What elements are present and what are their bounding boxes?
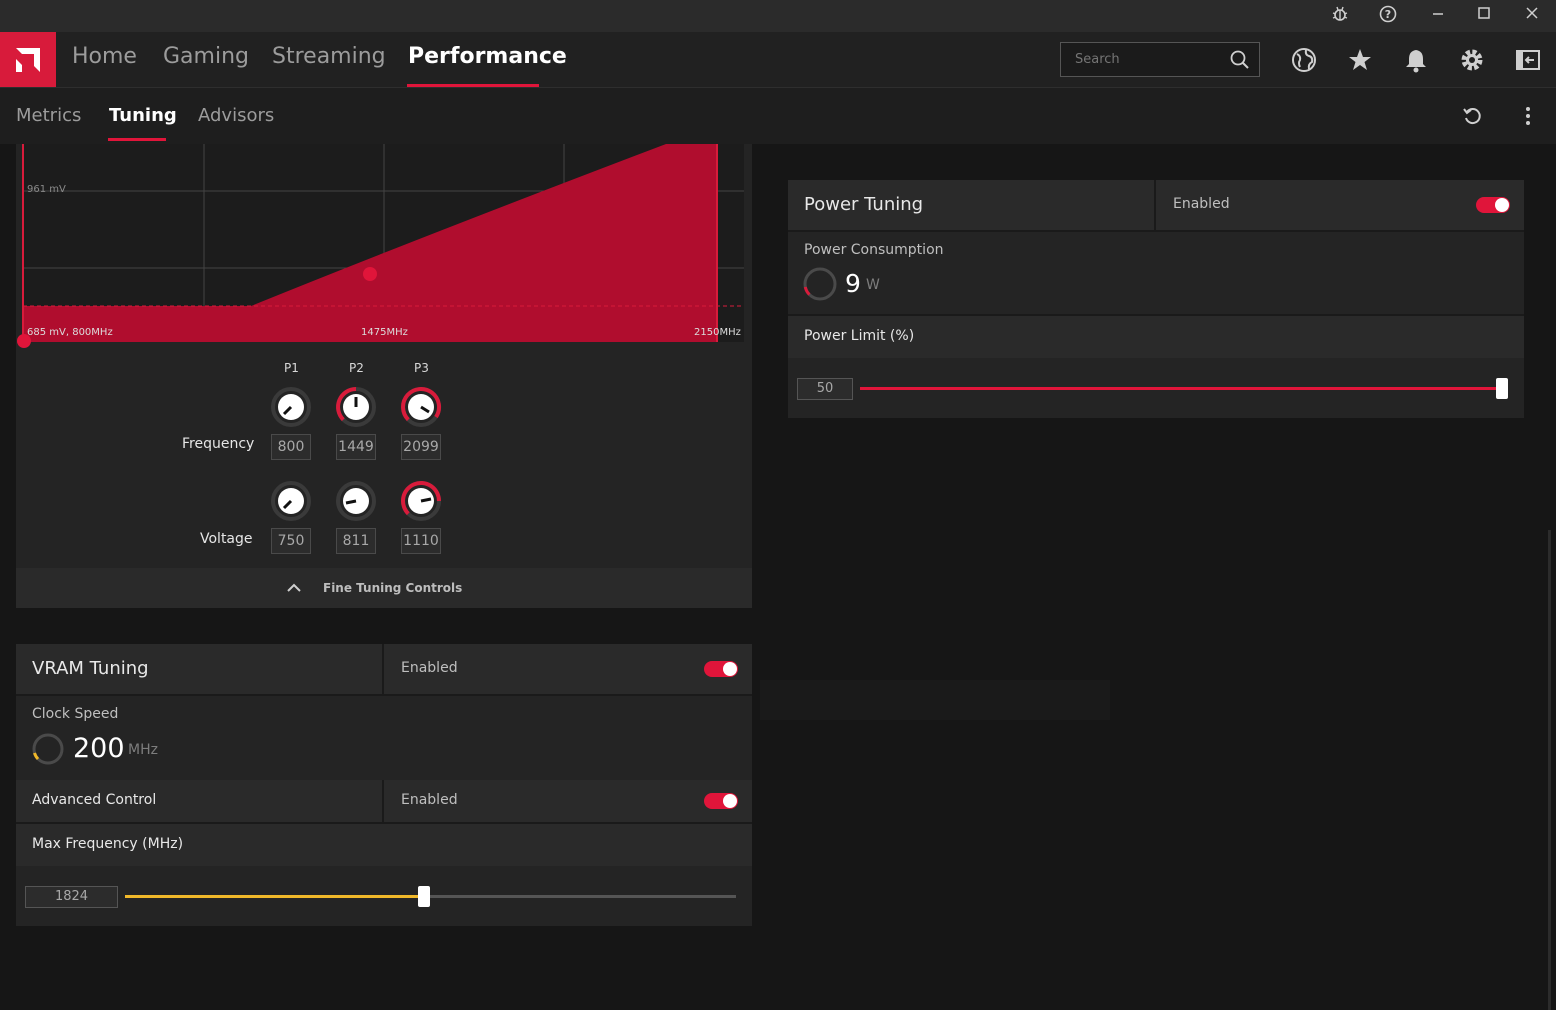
frequency-value-p2[interactable]: 1449 bbox=[336, 434, 376, 460]
frequency-knob-p3[interactable] bbox=[400, 386, 442, 428]
clock-speed-gauge-icon bbox=[32, 733, 64, 765]
curve-start-label: 685 mV, 800MHz bbox=[27, 327, 113, 338]
chevron-up-icon[interactable] bbox=[286, 580, 302, 599]
power-limit-value[interactable]: 50 bbox=[797, 378, 853, 400]
clock-speed-label: Clock Speed bbox=[32, 706, 119, 722]
scrollbar[interactable] bbox=[1548, 530, 1551, 1010]
frequency-knob-p1[interactable] bbox=[270, 386, 312, 428]
voltage-frequency-curve[interactable] bbox=[16, 144, 752, 354]
star-icon[interactable] bbox=[1346, 46, 1374, 74]
vram-tuning-toggle[interactable] bbox=[704, 661, 738, 677]
power-limit-slider-track[interactable] bbox=[860, 378, 1508, 399]
power-tuning-panel: Power Tuning Enabled Power Consumption 9… bbox=[788, 180, 1524, 418]
svg-text:?: ? bbox=[1385, 8, 1391, 21]
power-consumption-label: Power Consumption bbox=[804, 242, 944, 258]
advanced-control-toggle[interactable] bbox=[704, 793, 738, 809]
sub-navigation: Metrics Tuning Advisors bbox=[0, 88, 1556, 144]
tab-advisors[interactable]: Advisors bbox=[198, 105, 274, 126]
power-limit-slider-thumb[interactable] bbox=[1496, 378, 1508, 399]
tab-tuning[interactable]: Tuning bbox=[109, 105, 177, 126]
power-limit-slider-fill bbox=[860, 387, 1508, 390]
voltage-label: Voltage bbox=[200, 531, 253, 547]
power-tuning-status: Enabled bbox=[1173, 196, 1230, 212]
vram-header-divider bbox=[382, 644, 384, 694]
vram-tuning-title: VRAM Tuning bbox=[32, 658, 149, 679]
curve-voltage-label: 961 mV bbox=[27, 184, 66, 195]
active-tab-indicator bbox=[407, 84, 539, 87]
advanced-divider bbox=[382, 780, 384, 822]
power-tuning-title: Power Tuning bbox=[804, 194, 924, 215]
close-icon[interactable] bbox=[1518, 4, 1546, 28]
vram-divider-1 bbox=[16, 694, 752, 696]
active-subtab-indicator bbox=[108, 138, 166, 141]
tab-metrics[interactable]: Metrics bbox=[16, 105, 81, 126]
curve-point-p2[interactable] bbox=[363, 267, 377, 281]
maximize-icon[interactable] bbox=[1470, 4, 1498, 28]
minimize-icon[interactable] bbox=[1424, 4, 1452, 28]
power-consumption-gauge-icon bbox=[803, 267, 837, 301]
bell-icon[interactable] bbox=[1402, 46, 1430, 74]
bug-report-icon[interactable] bbox=[1326, 4, 1354, 28]
frequency-knob-p2[interactable] bbox=[335, 386, 377, 428]
vram-tuning-panel: VRAM Tuning Enabled Clock Speed 200 MHz … bbox=[16, 644, 752, 926]
voltage-knob-p2[interactable] bbox=[335, 480, 377, 522]
power-header-divider bbox=[1154, 180, 1156, 230]
vram-tuning-status: Enabled bbox=[401, 660, 458, 676]
power-tuning-toggle[interactable] bbox=[1476, 197, 1510, 213]
main-navigation: Home Gaming Streaming Performance bbox=[0, 32, 1556, 88]
gpu-tuning-panel: 961 mV 685 mV, 800MHz 1475MHz 2150MHz P1… bbox=[16, 144, 752, 608]
voltage-value-p1[interactable]: 750 bbox=[271, 528, 311, 554]
max-frequency-value[interactable]: 1824 bbox=[25, 886, 118, 908]
power-divider-1 bbox=[788, 230, 1524, 232]
max-frequency-slider-fill bbox=[125, 895, 424, 898]
background-ghost bbox=[760, 680, 1110, 720]
gear-icon[interactable] bbox=[1458, 46, 1486, 74]
more-options-icon[interactable] bbox=[1516, 104, 1540, 132]
search-icon[interactable] bbox=[1229, 49, 1251, 75]
power-consumption-value: 9 bbox=[845, 269, 861, 298]
clock-speed-unit: MHz bbox=[128, 742, 158, 758]
power-limit-label: Power Limit (%) bbox=[804, 328, 915, 344]
state-label-p3: P3 bbox=[414, 361, 429, 375]
fine-tuning-collapse-bar[interactable]: Fine Tuning Controls bbox=[16, 568, 752, 608]
clock-speed-value: 200 bbox=[73, 733, 125, 764]
advanced-control-status: Enabled bbox=[401, 792, 458, 808]
tab-home[interactable]: Home bbox=[72, 44, 137, 88]
voltage-knob-p1[interactable] bbox=[270, 480, 312, 522]
tab-performance[interactable]: Performance bbox=[408, 44, 567, 88]
amd-logo[interactable] bbox=[0, 32, 56, 87]
frequency-label: Frequency bbox=[182, 436, 255, 452]
state-label-p2: P2 bbox=[349, 361, 364, 375]
voltage-knob-p3[interactable] bbox=[400, 480, 442, 522]
globe-icon[interactable] bbox=[1290, 46, 1318, 74]
fine-tuning-controls-label[interactable]: Fine Tuning Controls bbox=[323, 581, 462, 595]
reset-icon[interactable] bbox=[1460, 104, 1484, 132]
search-box[interactable] bbox=[1060, 42, 1260, 77]
sidebar-toggle-icon[interactable] bbox=[1514, 46, 1542, 74]
search-input[interactable] bbox=[1061, 43, 1226, 76]
frequency-value-p1[interactable]: 800 bbox=[271, 434, 311, 460]
voltage-value-p2[interactable]: 811 bbox=[336, 528, 376, 554]
tab-streaming[interactable]: Streaming bbox=[272, 44, 386, 88]
help-icon[interactable]: ? bbox=[1374, 4, 1402, 28]
max-frequency-label: Max Frequency (MHz) bbox=[32, 836, 184, 852]
frequency-value-p3[interactable]: 2099 bbox=[401, 434, 441, 460]
advanced-control-label: Advanced Control bbox=[32, 792, 157, 808]
tab-gaming[interactable]: Gaming bbox=[163, 44, 249, 88]
power-consumption-unit: W bbox=[866, 277, 880, 293]
curve-end-label: 2150MHz bbox=[694, 327, 741, 338]
max-frequency-slider-track[interactable] bbox=[125, 886, 736, 907]
curve-mid-label: 1475MHz bbox=[361, 327, 408, 338]
voltage-value-p3[interactable]: 1110 bbox=[401, 528, 441, 554]
title-bar: ? bbox=[0, 0, 1556, 32]
state-label-p1: P1 bbox=[284, 361, 299, 375]
max-frequency-slider-thumb[interactable] bbox=[418, 886, 430, 907]
